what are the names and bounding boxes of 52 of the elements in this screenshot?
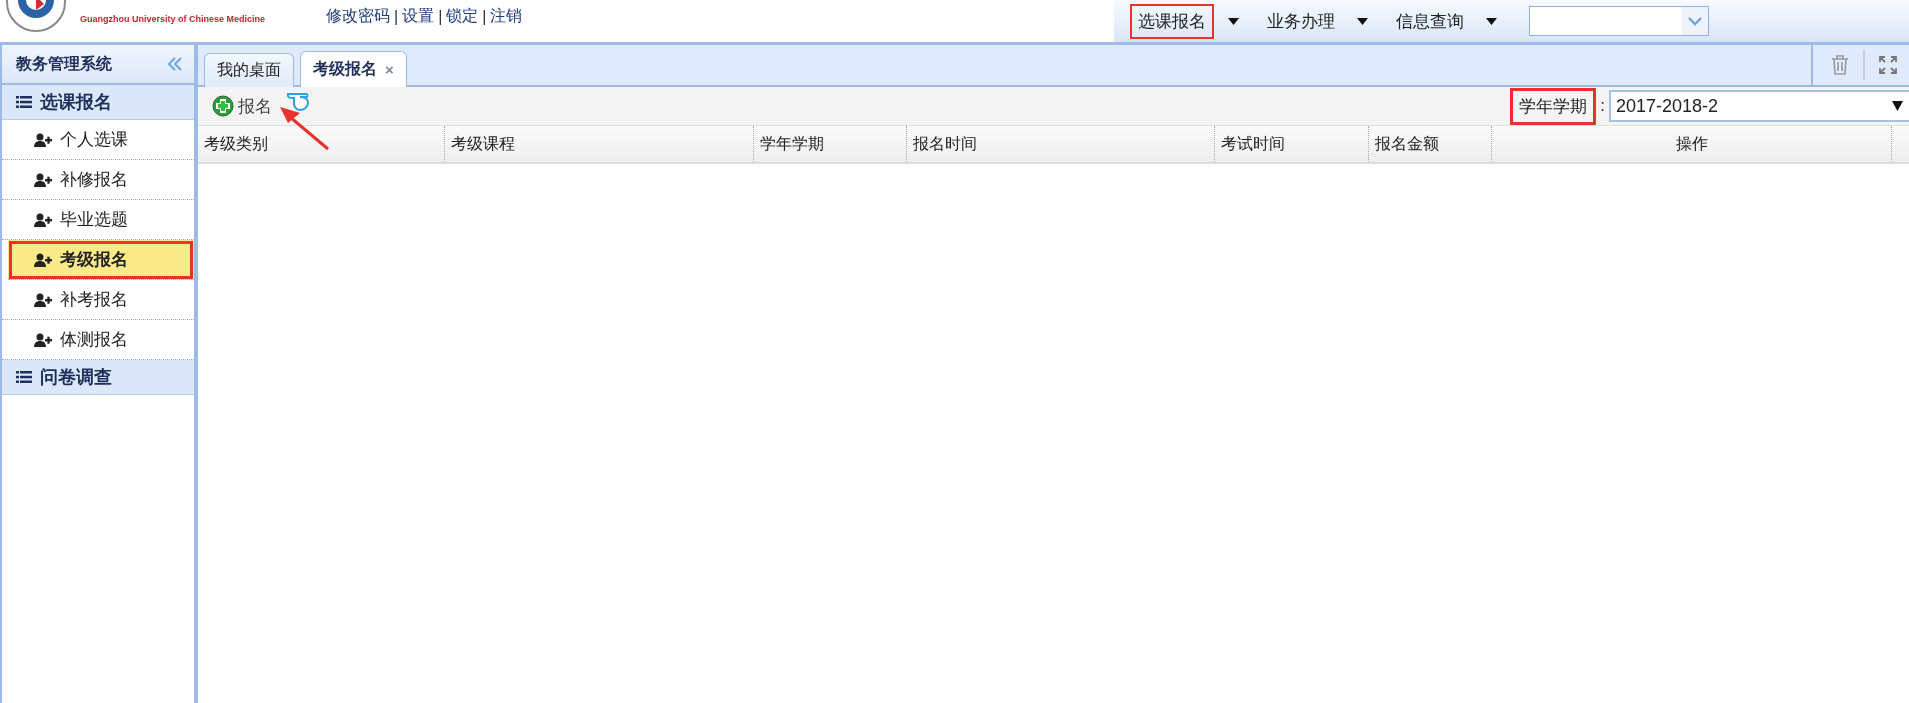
tab[interactable]: 我的桌面: [204, 53, 294, 87]
user-add-icon: [34, 332, 52, 347]
tab[interactable]: 考级报名 ×: [300, 51, 407, 87]
separator: |: [438, 7, 443, 26]
sidebar-item[interactable]: 补修报名: [2, 160, 194, 200]
sidebar-item[interactable]: 补考报名: [2, 280, 194, 320]
sidebar-section[interactable]: 问卷调查: [2, 360, 194, 395]
sidebar-title: 教务管理系统: [16, 53, 112, 74]
column-header[interactable]: 报名时间: [907, 126, 1215, 162]
dropdown-arrow-icon: [1892, 101, 1903, 111]
sidebar-item[interactable]: 个人选课: [2, 120, 194, 160]
user-add-icon: [34, 292, 52, 307]
column-header[interactable]: 考级类别: [198, 126, 445, 162]
university-name: Guangzhou University of Chinese Medicine: [80, 14, 266, 24]
header-link[interactable]: 修改密码: [326, 6, 390, 27]
menu-item[interactable]: 业务办理: [1259, 3, 1343, 39]
user-add-icon: [34, 252, 52, 267]
header-link[interactable]: 设置: [402, 6, 435, 27]
trash-icon[interactable]: [1831, 55, 1849, 75]
column-header[interactable]: 考级课程: [445, 126, 754, 162]
plus-icon: [212, 95, 234, 117]
header-link[interactable]: 注销: [490, 6, 523, 27]
list-icon: [16, 95, 32, 109]
sidebar-section[interactable]: 选课报名: [2, 85, 194, 120]
user-add-icon: [34, 172, 52, 187]
header-link[interactable]: 锁定: [446, 6, 479, 27]
colon: :: [1600, 96, 1605, 116]
term-select[interactable]: 2017-2018-2: [1609, 90, 1909, 122]
separator: |: [482, 7, 487, 26]
collapse-icon[interactable]: [168, 57, 182, 71]
column-header[interactable]: 学年学期: [754, 126, 907, 162]
chevron-down-icon: [1688, 16, 1702, 26]
column-header[interactable]: 操作: [1492, 126, 1892, 162]
fullscreen-icon[interactable]: [1879, 56, 1897, 74]
menu-item[interactable]: 选课报名: [1130, 3, 1214, 39]
sidebar-item[interactable]: 考级报名: [8, 240, 194, 280]
column-header[interactable]: 报名金额: [1369, 126, 1492, 162]
user-add-icon: [34, 132, 52, 147]
search-combo-field[interactable]: [1529, 6, 1709, 36]
register-button[interactable]: 报名: [212, 94, 272, 118]
column-header[interactable]: 考试时间: [1215, 126, 1369, 162]
section-label: 选课报名: [40, 91, 112, 114]
user-add-icon: [34, 212, 52, 227]
caret-icon: [1357, 17, 1368, 25]
menu-item[interactable]: 信息查询: [1388, 3, 1472, 39]
caret-icon: [1486, 17, 1497, 25]
section-label: 问卷调查: [40, 366, 112, 389]
term-label: 学年学期: [1510, 87, 1597, 125]
list-icon: [16, 370, 32, 384]
caret-icon: [1228, 17, 1239, 25]
close-icon[interactable]: ×: [385, 61, 394, 78]
separator: |: [394, 7, 399, 26]
